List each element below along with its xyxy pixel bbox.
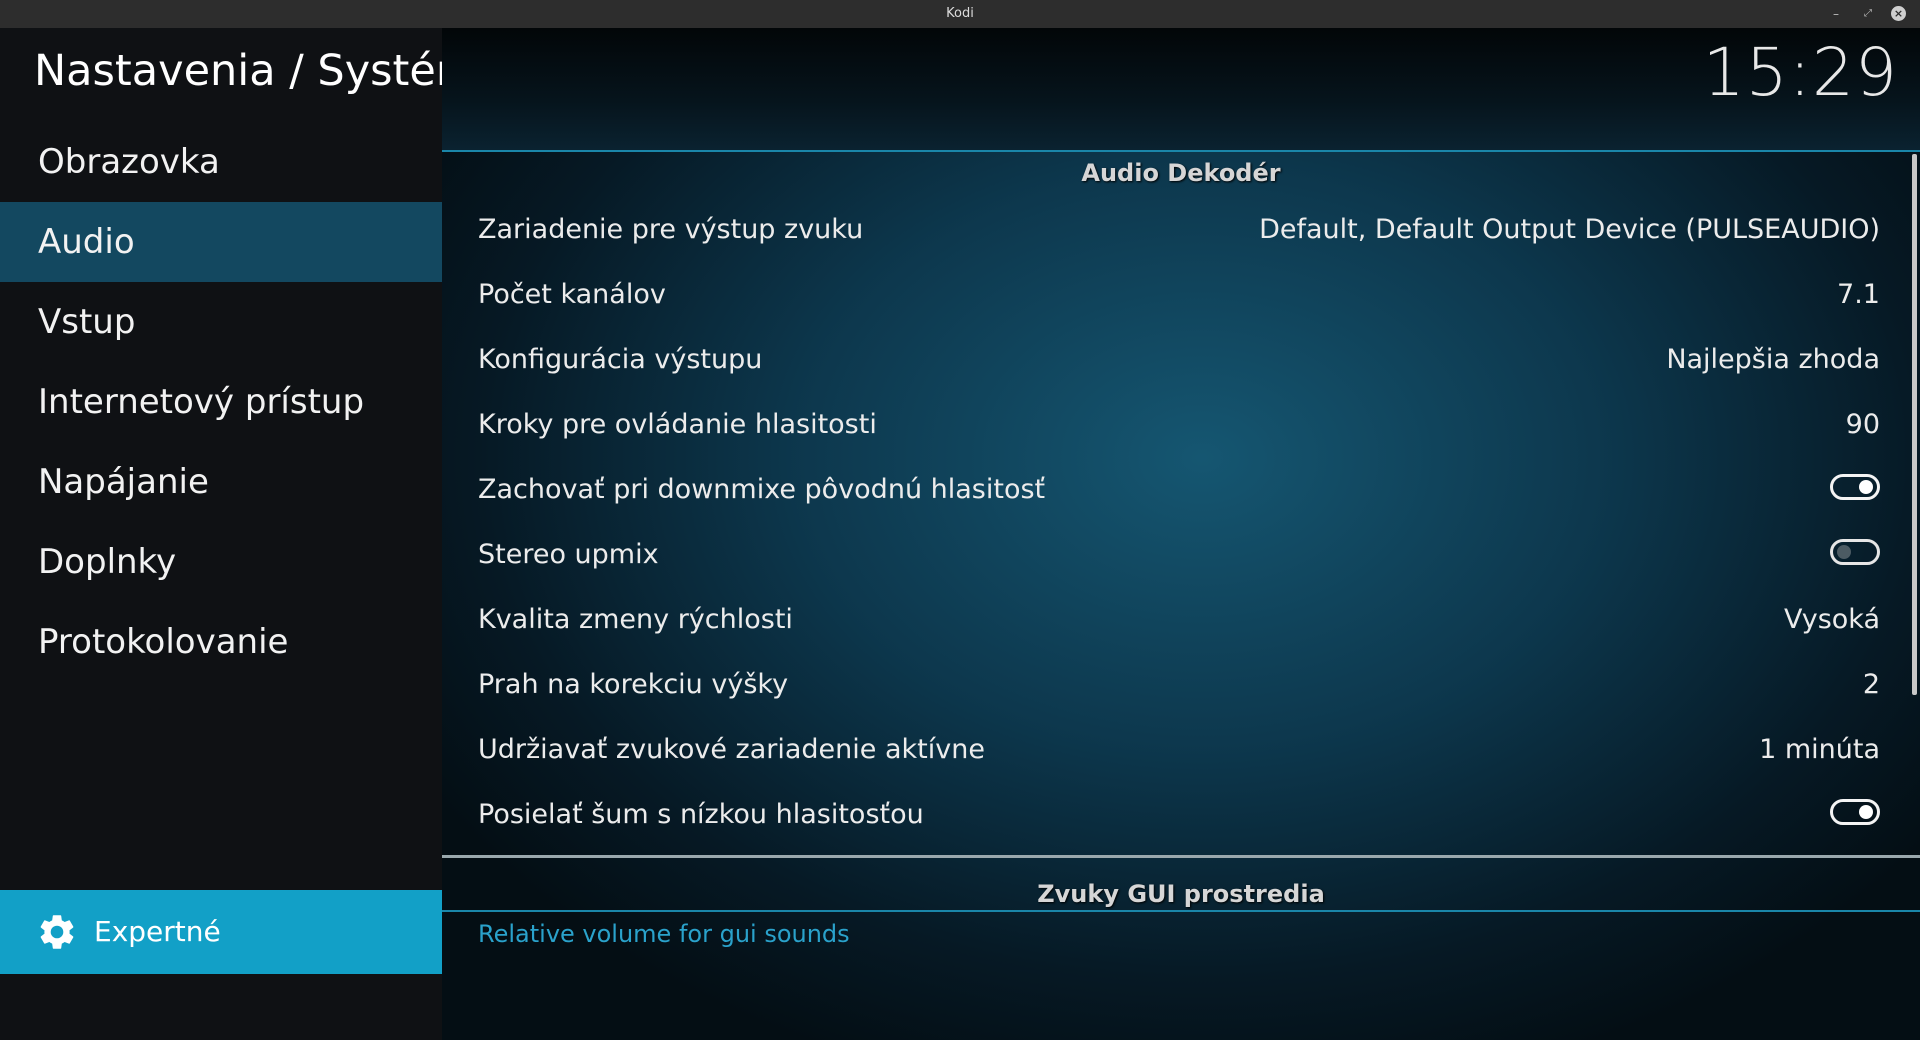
sidebar-item-internet[interactable]: Internetový prístup xyxy=(0,362,442,442)
toggle-knob xyxy=(1837,545,1851,559)
setting-resample-quality[interactable]: Kvalita zmeny rýchlosti Vysoká xyxy=(478,588,1880,652)
sidebar-item-obrazovka[interactable]: Obrazovka xyxy=(0,122,442,202)
settings-level-button[interactable]: Expertné xyxy=(0,890,442,974)
toggle-knob xyxy=(1859,480,1873,494)
setting-label: Kvalita zmeny rýchlosti xyxy=(478,604,793,635)
setting-value: 2 xyxy=(1862,669,1880,700)
kodi-window: Kodi – ⤢ × Nastavenia / Systém Obrazovka… xyxy=(0,0,1920,1040)
setting-volume-steps[interactable]: Kroky pre ovládanie hlasitosti 90 xyxy=(478,393,1880,457)
setting-channels[interactable]: Počet kanálov 7.1 xyxy=(478,263,1880,327)
setting-stereo-upmix[interactable]: Stereo upmix xyxy=(478,523,1880,587)
sidebar-item-label: Vstup xyxy=(38,302,136,342)
settings-panel: 15:29 Audio Dekodér Zariadenie pre výstu… xyxy=(442,28,1920,1040)
setting-label: Konfigurácia výstupu xyxy=(478,344,763,375)
section-divider xyxy=(442,150,1920,152)
scrollbar[interactable] xyxy=(1912,154,1917,695)
setting-label: Posielať šum s nízkou hlasitosťou xyxy=(478,799,924,830)
sidebar-item-audio[interactable]: Audio xyxy=(0,202,442,282)
setting-value: 90 xyxy=(1845,409,1880,440)
sidebar-item-label: Internetový prístup xyxy=(38,382,365,422)
sidebar-item-vstup[interactable]: Vstup xyxy=(0,282,442,362)
sidebar-item-label: Napájanie xyxy=(38,462,209,502)
setting-value: Najlepšia zhoda xyxy=(1666,344,1880,375)
sidebar-item-label: Obrazovka xyxy=(38,142,220,182)
toggle-switch-off[interactable] xyxy=(1830,539,1880,565)
close-button[interactable]: × xyxy=(1891,6,1906,21)
setting-output-config[interactable]: Konfigurácia výstupu Najlepšia zhoda xyxy=(478,328,1880,392)
sidebar-item-label: Doplnky xyxy=(38,542,177,582)
toggle-switch-on[interactable] xyxy=(1830,799,1880,825)
gear-icon xyxy=(40,915,74,949)
maximize-button[interactable]: ⤢ xyxy=(1860,6,1876,22)
section-divider xyxy=(442,855,1920,858)
section-header-audio-decoder: Audio Dekodér xyxy=(1081,159,1281,187)
clock: 15:29 xyxy=(1702,34,1898,111)
sidebar: Nastavenia / Systém Obrazovka Audio Vstu… xyxy=(0,28,478,1040)
title-bar: Kodi – ⤢ × xyxy=(0,0,1920,28)
toggle-switch-on[interactable] xyxy=(1830,474,1880,500)
section-divider xyxy=(442,910,1920,912)
sidebar-item-label: Protokolovanie xyxy=(38,622,289,662)
setting-output-device[interactable]: Zariadenie pre výstup zvuku Default, Def… xyxy=(478,198,1880,262)
setting-label: Zariadenie pre výstup zvuku xyxy=(478,214,864,245)
setting-gui-sound-volume[interactable]: Relative volume for gui sounds xyxy=(478,920,850,948)
setting-label: Zachovať pri downmixe pôvodnú hlasitosť xyxy=(478,474,1046,505)
sidebar-item-protokolovanie[interactable]: Protokolovanie xyxy=(0,602,442,682)
setting-value: Vysoká xyxy=(1783,604,1880,635)
setting-downmix-volume[interactable]: Zachovať pri downmixe pôvodnú hlasitosť xyxy=(478,458,1880,522)
toggle-knob xyxy=(1859,805,1873,819)
top-bar: 15:29 xyxy=(442,28,1920,150)
setting-label: Udržiavať zvukové zariadenie aktívne xyxy=(478,734,985,765)
setting-value: 1 minúta xyxy=(1759,734,1880,765)
setting-value: Default, Default Output Device (PULSEAUD… xyxy=(1259,214,1880,245)
sidebar-item-doplnky[interactable]: Doplnky xyxy=(0,522,442,602)
setting-keep-device-alive[interactable]: Udržiavať zvukové zariadenie aktívne 1 m… xyxy=(478,718,1880,782)
setting-label: Počet kanálov xyxy=(478,279,666,310)
setting-send-low-volume-noise[interactable]: Posielať šum s nízkou hlasitosťou xyxy=(478,783,1880,847)
sidebar-item-label: Audio xyxy=(38,222,135,262)
setting-label: Stereo upmix xyxy=(478,539,659,570)
minimize-button[interactable]: – xyxy=(1828,6,1844,22)
setting-label: Prah na korekciu výšky xyxy=(478,669,789,700)
window-title: Kodi xyxy=(946,6,974,21)
settings-level-label: Expertné xyxy=(94,915,221,948)
sidebar-item-napajanie[interactable]: Napájanie xyxy=(0,442,442,522)
setting-value: 7.1 xyxy=(1837,279,1880,310)
section-header-gui-sounds: Zvuky GUI prostredia xyxy=(1037,880,1325,908)
setting-pitch-threshold[interactable]: Prah na korekciu výšky 2 xyxy=(478,653,1880,717)
setting-label: Kroky pre ovládanie hlasitosti xyxy=(478,409,877,440)
page-title: Nastavenia / Systém xyxy=(34,46,478,96)
